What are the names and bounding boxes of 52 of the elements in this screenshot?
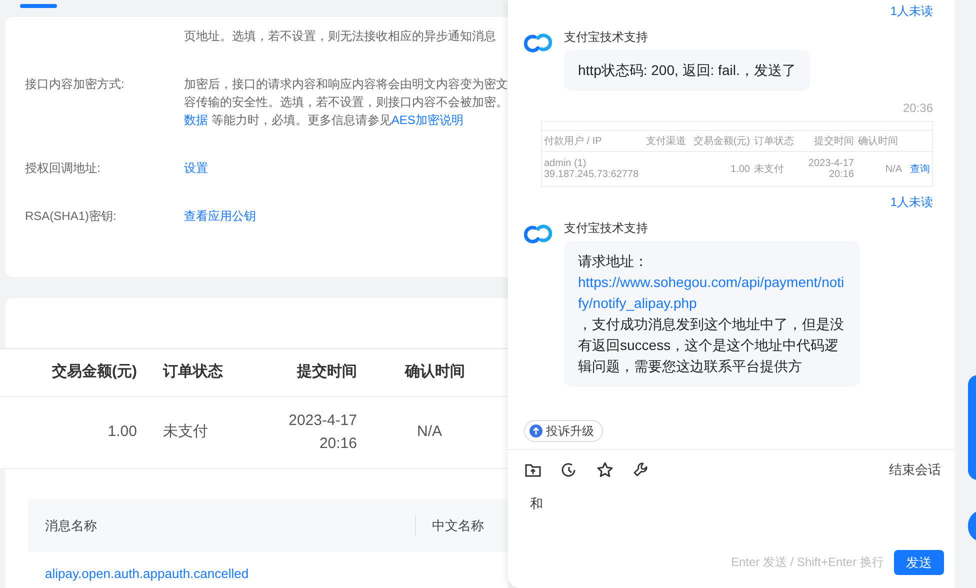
send-button[interactable]: 发送 [894, 550, 944, 575]
end-session-button[interactable]: 结束会话 [889, 460, 941, 480]
column-header: 确认时间 [857, 136, 899, 146]
column-header: 提交时间 [813, 136, 855, 146]
table-cell-text: 1.00 [106, 422, 138, 442]
table-cell-text: 未支付 [753, 164, 785, 174]
wrench-icon[interactable] [632, 460, 650, 479]
read-status: 1人未读 [890, 4, 933, 18]
message-input[interactable]: 和 [508, 480, 955, 550]
table-cell-text: admin (1) 39.187.245.73:62778 [543, 158, 640, 180]
avatar-logo-icon [524, 32, 552, 54]
column-header: 确认时间 [404, 362, 466, 382]
text-link[interactable]: https://www.sohegou.com/api/payment/notify/notify_alipay.php [578, 272, 846, 314]
field-label: 授权回调地址: [25, 160, 102, 177]
message-text: ，支付成功消息发到这个地址中了，但是没有返回success，这个是这个地址中代码逻辑问题，需要您这边联系平台提供方 [578, 315, 845, 376]
history-icon[interactable] [560, 460, 578, 479]
table-cell-text: 2023-4-17 20:16 [288, 411, 358, 454]
message-name-link[interactable]: alipay.open.auth.appauth.cancelled [45, 566, 249, 581]
table-cell-text: 2023-4-17 20:16 [807, 158, 855, 180]
shortcut-hint: Enter 发送 / Shift+Enter 换行 [730, 554, 884, 572]
field-label: RSA(SHA1)密钥: [25, 208, 118, 225]
timestamp: 20:36 [902, 101, 933, 115]
table-cell-text: N/A [884, 164, 903, 174]
column-header: 消息名称 [44, 516, 98, 535]
column-header: 付款用户 / IP [543, 136, 603, 146]
table-cell-text: 未支付 [162, 422, 209, 442]
column-header: 提交时间 [296, 362, 358, 382]
text-link[interactable]: 查看应用公钥 [184, 209, 256, 223]
table-cell-text: 1.00 [730, 164, 751, 174]
text-link[interactable]: AES加密说明 [391, 113, 464, 127]
description-text: 页地址。选填，若不设置，则无法接收相应的异步通知消息 [184, 28, 496, 45]
escalate-button[interactable]: 投诉升级 [524, 420, 603, 442]
query-link[interactable]: 查询 [904, 164, 932, 174]
field-label: 接口内容加密方式: [25, 76, 126, 93]
star-icon[interactable] [596, 460, 614, 479]
column-header: 交易金额(元) [692, 136, 751, 146]
column-header: 订单状态 [162, 362, 224, 382]
avatar-logo-icon [524, 223, 552, 245]
sender-name: 支付宝技术支持 [564, 29, 649, 46]
message-bubble: http状态码: 200, 返回: fail.，发送了 [564, 50, 810, 91]
column-header: 交易金额(元) [51, 362, 138, 382]
text-link[interactable]: 数据 [184, 113, 208, 127]
description-text: 数据 等能力时，必填。更多信息请参见AES加密说明 [184, 112, 464, 129]
description-text: 容传输的安全性。选填，若不设置，则接口内容不会被加密。 [184, 94, 508, 111]
read-status: 1人未读 [890, 195, 933, 209]
message-text: 请求地址： [578, 252, 649, 271]
table-cell-text: N/A [416, 422, 444, 442]
column-header: 支付渠道 [645, 136, 687, 146]
description-text: 加密后，接口的请求内容和响应内容将会由明文内容变为密文 [184, 76, 508, 93]
text-link[interactable]: 设置 [184, 161, 208, 175]
column-header: 订单状态 [753, 136, 795, 146]
sender-name: 支付宝技术支持 [564, 220, 649, 237]
